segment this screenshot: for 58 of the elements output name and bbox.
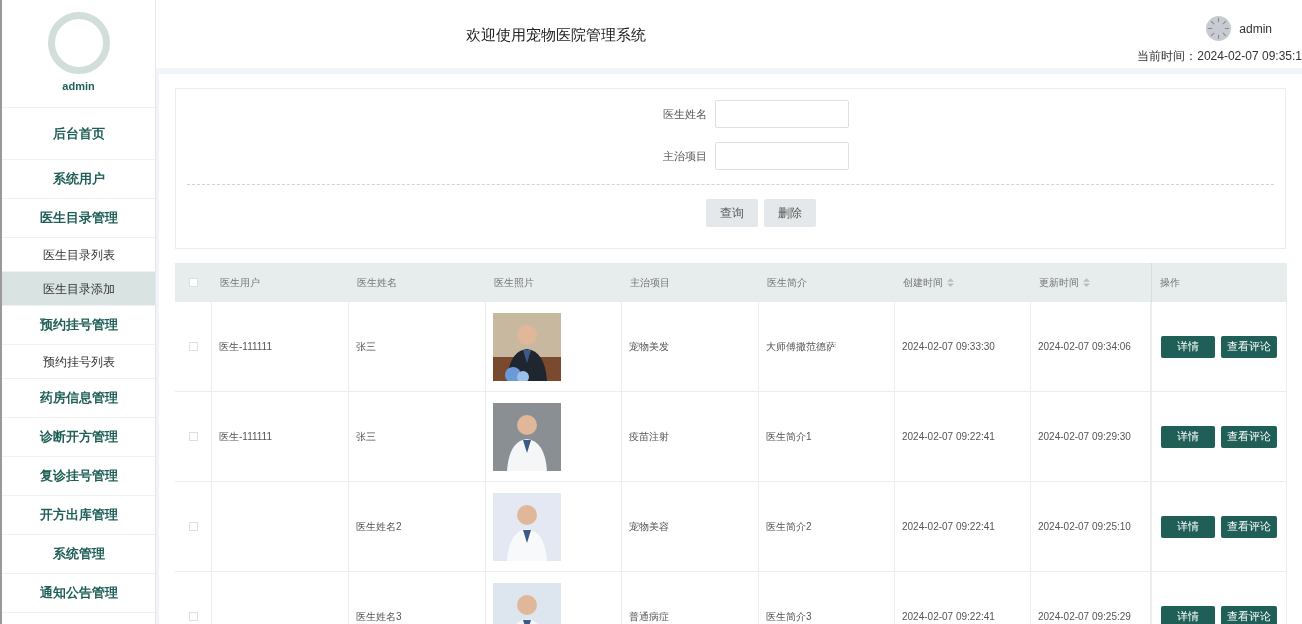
details-button[interactable]: 详情 (1161, 425, 1215, 448)
loading-icon (1206, 16, 1232, 41)
table-cell-text: 张三 (356, 340, 376, 354)
column-header: 主治项目 (630, 276, 670, 290)
checkbox[interactable] (188, 432, 198, 441)
details-button[interactable]: 详情 (1161, 515, 1215, 538)
table-cell-text: 宠物美容 (629, 520, 669, 534)
table-cell-text: 医生简介2 (766, 520, 812, 534)
column-header: 医生姓名 (357, 276, 397, 290)
column-header: 创建时间 (903, 276, 943, 290)
column-header: 医生用户 (220, 276, 260, 290)
input-field[interactable] (714, 100, 849, 128)
sidebar-username: admin (62, 79, 95, 95)
sort-icon[interactable] (947, 278, 954, 287)
comments-button[interactable]: 查看评论 (1221, 605, 1277, 624)
details-button[interactable]: 详情 (1161, 605, 1215, 624)
table-cell-text: 2024-02-07 09:22:41 (902, 430, 995, 444)
column-header: 更新时间 (1039, 276, 1079, 290)
table-cell-text: 2024-02-07 09:29:30 (1038, 430, 1131, 444)
column-header: 医生照片 (494, 276, 534, 290)
details-button[interactable]: 详情 (1161, 335, 1215, 358)
comments-button[interactable]: 查看评论 (1221, 335, 1277, 358)
search-button[interactable]: 删除 (763, 199, 816, 227)
header-username: admin (1239, 20, 1272, 38)
sort-icon[interactable] (1083, 278, 1090, 287)
comments-button[interactable]: 查看评论 (1221, 425, 1277, 448)
table-cell-text: 医生-111111 (219, 430, 272, 444)
table-cell-text: 2024-02-07 09:33:30 (902, 340, 995, 354)
column-header: 操作 (1160, 276, 1180, 290)
avatar-icon (47, 12, 110, 75)
table-cell-text: 2024-02-07 09:22:41 (902, 520, 995, 534)
search-button[interactable]: 查询 (705, 199, 758, 227)
table-cell-text: 疫苗注射 (629, 430, 669, 444)
checkbox[interactable] (189, 278, 198, 287)
checkbox[interactable] (188, 522, 198, 531)
input-field[interactable] (714, 142, 849, 170)
table-cell-text: 张三 (356, 430, 376, 444)
checkbox[interactable] (188, 612, 198, 621)
field-label: 主治项目 (662, 148, 707, 164)
table-cell-text: 2024-02-07 09:25:10 (1038, 520, 1131, 534)
table-cell-text: 大师傅撒范德萨 (766, 340, 836, 354)
table-cell-text: 医生姓名2 (356, 520, 402, 534)
comments-button[interactable]: 查看评论 (1221, 515, 1277, 538)
table-cell-text: 2024-02-07 09:34:06 (1038, 340, 1131, 354)
table-cell-text: 医生简介1 (766, 430, 812, 444)
current-time: 当前时间：2024-02-07 09:35:1 (1137, 48, 1302, 65)
table-cell-text: 医生简介3 (766, 610, 812, 624)
field-label: 医生姓名 (662, 106, 707, 122)
table-cell-text: 医生姓名3 (356, 610, 402, 624)
page-title: 欢迎使用宠物医院管理系统 (466, 25, 646, 45)
checkbox[interactable] (188, 342, 198, 351)
table-cell-text: 2024-02-07 09:25:29 (1038, 610, 1131, 624)
table-cell-text: 2024-02-07 09:22:41 (902, 610, 995, 624)
table-cell-text: 普通病症 (629, 610, 669, 624)
sidebar-item[interactable]: 医生目录添加 (2, 272, 155, 306)
column-header: 医生简介 (767, 276, 807, 290)
table-cell-text: 宠物美发 (629, 340, 669, 354)
table-cell-text: 医生-111111 (219, 340, 272, 354)
